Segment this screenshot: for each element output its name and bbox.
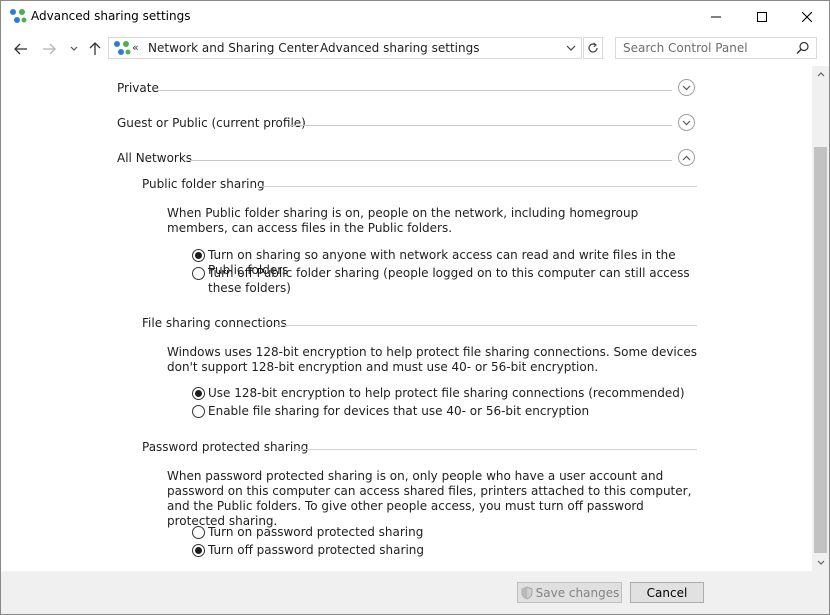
password-protected-sharing-header: Password protected sharing [142, 440, 697, 458]
up-button[interactable] [85, 39, 105, 59]
search-icon[interactable] [796, 41, 810, 55]
divider [289, 125, 672, 126]
chevron-down-icon [817, 560, 824, 565]
file-sharing-connections-header: File sharing connections [142, 316, 697, 334]
refresh-button[interactable] [583, 37, 603, 59]
public-folder-sharing-description: When Public folder sharing is on, people… [167, 206, 639, 235]
chevron-down-icon [70, 46, 78, 51]
window-title: Advanced sharing settings [31, 9, 191, 23]
radio-button[interactable] [192, 267, 205, 280]
profile-guest-public-label[interactable]: Guest or Public (current profile) [117, 116, 312, 130]
radio-button[interactable] [192, 544, 205, 557]
breadcrumb-network-sharing-center[interactable]: Network and Sharing Center [148, 41, 319, 55]
breadcrumb-advanced-sharing-settings[interactable]: Advanced sharing settings [320, 41, 479, 55]
expand-private-button[interactable] [678, 79, 695, 96]
radio-button[interactable] [192, 405, 205, 418]
chevron-up-icon [817, 72, 824, 77]
recent-locations-button[interactable] [64, 39, 84, 59]
encryption-40-56-label[interactable]: Enable file sharing for devices that use… [208, 404, 698, 419]
public-folder-sharing-title: Public folder sharing [142, 177, 271, 191]
file-sharing-connections-description: Windows uses 128-bit encryption to help … [167, 345, 697, 374]
cancel-label: Cancel [646, 585, 688, 600]
collapse-all-networks-button[interactable] [678, 149, 695, 166]
settings-content: Private Guest or Public (current profile… [1, 66, 812, 571]
encryption-128-label[interactable]: Use 128-bit encryption to help protect f… [208, 386, 698, 401]
radio-button[interactable] [192, 526, 205, 539]
expand-guest-public-button[interactable] [678, 114, 695, 131]
divider [275, 325, 697, 326]
file-sharing-connections-title: File sharing connections [142, 316, 293, 330]
minimize-button[interactable] [693, 1, 739, 32]
back-button[interactable] [11, 39, 31, 59]
minimize-icon [711, 16, 721, 17]
divider [294, 449, 697, 450]
address-overflow-icon[interactable]: « [132, 41, 139, 54]
uac-shield-icon [521, 586, 533, 599]
password-sharing-off-label[interactable]: Turn off password protected sharing [208, 543, 698, 558]
arrow-left-icon [14, 43, 27, 55]
title-bar: Advanced sharing settings [1, 1, 829, 32]
chevron-down-icon [682, 120, 691, 125]
scroll-down-button[interactable] [812, 554, 829, 571]
close-button[interactable] [784, 1, 830, 32]
network-sharing-icon [10, 9, 27, 23]
save-changes-button[interactable]: Save changes [517, 582, 622, 603]
advanced-sharing-window: Advanced sharing settings « Network and … [0, 0, 830, 615]
dialog-footer: Save changes Cancel [1, 571, 829, 614]
profile-private-header[interactable]: Private [117, 79, 697, 101]
profile-private-label[interactable]: Private [117, 81, 165, 95]
network-sharing-icon [114, 41, 131, 55]
address-bar[interactable]: « Network and Sharing Center › Advanced … [108, 37, 582, 59]
maximize-button[interactable] [739, 1, 785, 32]
divider [258, 186, 697, 187]
public-folder-sharing-header: Public folder sharing [142, 177, 697, 195]
address-history-dropdown[interactable] [563, 40, 579, 56]
password-protected-sharing-title: Password protected sharing [142, 440, 315, 454]
radio-button[interactable] [192, 387, 205, 400]
chevron-down-icon [682, 85, 691, 90]
password-sharing-on-label[interactable]: Turn on password protected sharing [208, 525, 698, 540]
cancel-button[interactable]: Cancel [630, 582, 704, 603]
chevron-down-icon [566, 45, 576, 51]
forward-button[interactable] [39, 39, 59, 59]
maximize-icon [757, 11, 767, 22]
profile-guest-public-header[interactable]: Guest or Public (current profile) [117, 114, 697, 136]
vertical-scrollbar[interactable] [812, 66, 829, 571]
search-box[interactable] [615, 37, 817, 59]
profile-all-networks-header[interactable]: All Networks [117, 149, 697, 171]
refresh-icon [588, 42, 598, 53]
public-sharing-off-label[interactable]: Turn off Public folder sharing (people l… [208, 266, 698, 296]
breadcrumb-separator-icon[interactable]: › [306, 40, 311, 54]
scroll-up-button[interactable] [812, 66, 829, 83]
scroll-thumb[interactable] [814, 147, 827, 553]
arrow-up-icon [89, 42, 101, 55]
chevron-up-icon [682, 155, 691, 160]
radio-button[interactable] [192, 249, 205, 262]
divider [189, 160, 672, 161]
password-protected-sharing-description: When password protected sharing is on, o… [167, 469, 692, 528]
profile-all-networks-label[interactable]: All Networks [117, 151, 199, 165]
divider [158, 90, 672, 91]
search-input[interactable] [623, 40, 788, 56]
arrow-right-icon [43, 43, 56, 55]
save-changes-label: Save changes [535, 585, 620, 600]
close-icon [802, 11, 812, 22]
navigation-bar: « Network and Sharing Center › Advanced … [1, 32, 829, 66]
